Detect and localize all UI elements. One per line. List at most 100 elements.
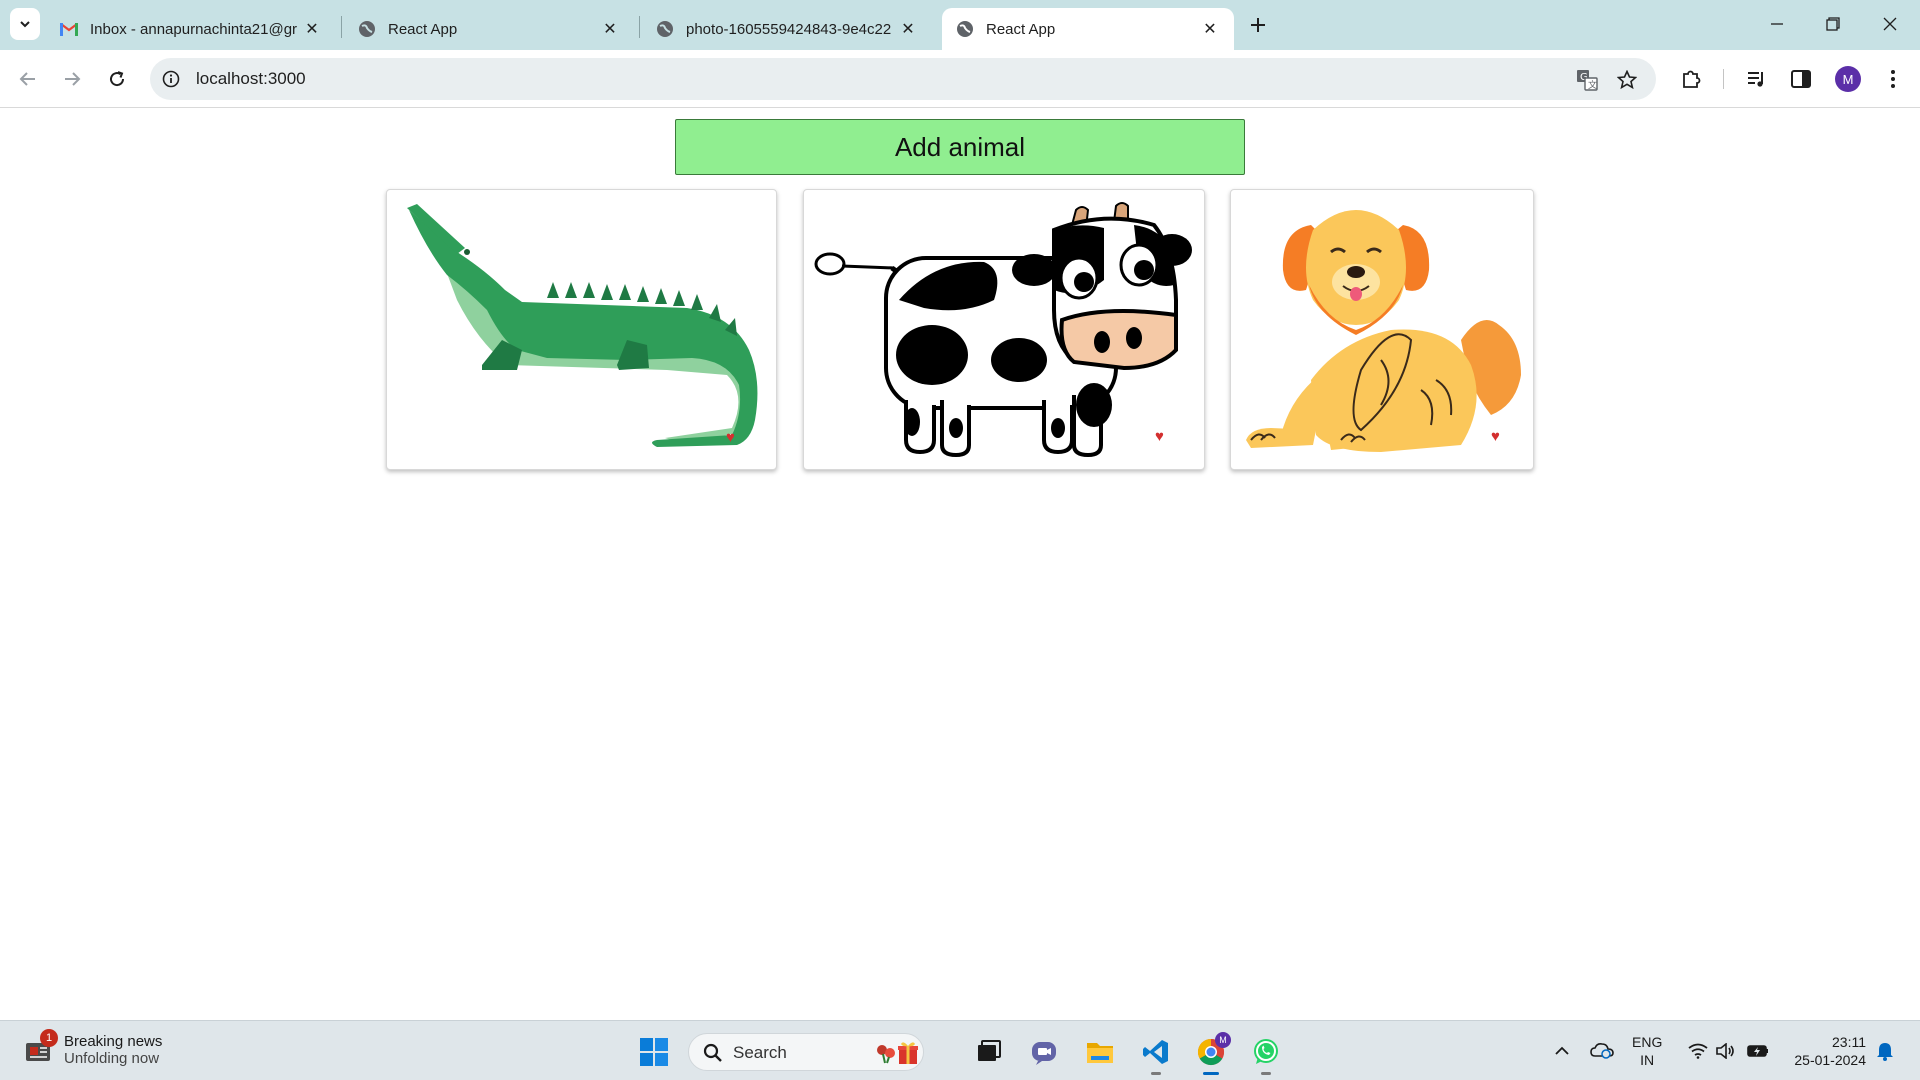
- translate-icon[interactable]: G文: [1574, 67, 1600, 93]
- show-hidden-icons-button[interactable]: [1550, 1021, 1574, 1080]
- tab-title: Inbox - annapurnachinta21@gr: [90, 20, 298, 38]
- site-info-icon[interactable]: [160, 68, 182, 90]
- globe-icon: [656, 20, 674, 38]
- more-vertical-icon: [1891, 70, 1895, 88]
- restore-button[interactable]: [1813, 8, 1853, 40]
- tab-react-app-active[interactable]: React App ✕: [942, 8, 1234, 50]
- tab-separator: [639, 16, 640, 38]
- close-window-button[interactable]: [1870, 8, 1910, 40]
- forward-button[interactable]: [56, 63, 88, 95]
- chrome-button[interactable]: M: [1191, 1032, 1231, 1075]
- tab-gmail-inbox[interactable]: Inbox - annapurnachinta21@gr ✕: [46, 8, 336, 50]
- close-tab-icon[interactable]: ✕: [600, 19, 620, 39]
- animal-card-dog[interactable]: ♥: [1230, 189, 1534, 470]
- windows-taskbar: 1 Breaking news Unfolding now Search M E…: [0, 1020, 1920, 1080]
- clock-time: 23:11: [1832, 1034, 1866, 1050]
- windows-logo-icon: [640, 1038, 668, 1066]
- wifi-icon: [1688, 1043, 1708, 1059]
- battery-button[interactable]: [1744, 1021, 1772, 1080]
- heart-icon[interactable]: ♥: [1491, 429, 1500, 444]
- clock[interactable]: 23:11 25-01-2024: [1782, 1033, 1866, 1069]
- puzzle-icon: [1683, 70, 1701, 88]
- plus-icon: [1251, 18, 1265, 32]
- teams-chat-button[interactable]: [1024, 1032, 1064, 1072]
- reload-icon: [110, 71, 125, 87]
- gmail-icon: [60, 20, 78, 38]
- add-animal-button[interactable]: Add animal: [675, 119, 1245, 175]
- running-indicator: [1261, 1072, 1271, 1075]
- close-icon: [1883, 17, 1897, 31]
- dog-image: [1246, 210, 1521, 452]
- folder-icon: [1087, 1043, 1113, 1063]
- toolbar-divider: [1723, 69, 1724, 89]
- side-panel-button[interactable]: [1785, 63, 1817, 95]
- language-code: ENG: [1632, 1034, 1663, 1050]
- arrow-right-icon: [65, 72, 81, 86]
- chat-icon: [1032, 1042, 1056, 1065]
- running-indicator: [1151, 1072, 1161, 1075]
- back-button[interactable]: [12, 63, 44, 95]
- notifications-button[interactable]: [1872, 1021, 1898, 1080]
- tab-photo[interactable]: photo-1605559424843-9e4c22 ✕: [642, 8, 932, 50]
- restore-icon: [1826, 17, 1840, 31]
- profile-avatar[interactable]: M: [1835, 66, 1861, 92]
- search-icon: [703, 1043, 722, 1062]
- battery-icon: [1747, 1045, 1768, 1057]
- taskbar-search[interactable]: Search: [688, 1033, 924, 1071]
- new-tab-button[interactable]: [1245, 12, 1271, 38]
- reload-button[interactable]: [101, 63, 133, 95]
- tab-title: React App: [388, 20, 458, 38]
- arrow-left-icon: [19, 72, 35, 86]
- browser-menu-button[interactable]: [1877, 63, 1909, 95]
- animal-card-crocodile[interactable]: ♥: [386, 189, 777, 470]
- bookmark-star-icon[interactable]: [1614, 67, 1640, 93]
- news-icon: 1: [24, 1029, 58, 1065]
- whatsapp-button[interactable]: [1246, 1032, 1286, 1075]
- search-label: Search: [733, 1043, 787, 1062]
- task-view-button[interactable]: [969, 1032, 1009, 1072]
- minimize-icon: [1771, 23, 1783, 25]
- browser-toolbar: localhost:3000 G文 M: [0, 50, 1920, 108]
- chrome-profile-badge: M: [1215, 1032, 1231, 1048]
- side-panel-icon: [1791, 70, 1811, 88]
- close-tab-icon[interactable]: ✕: [898, 19, 918, 39]
- heart-icon[interactable]: ♥: [726, 430, 735, 445]
- volume-button[interactable]: [1712, 1021, 1738, 1080]
- volume-icon: [1716, 1043, 1734, 1059]
- tab-separator: [341, 16, 342, 38]
- tab-search-button[interactable]: [10, 8, 40, 40]
- animal-card-cow[interactable]: ♥: [803, 189, 1205, 470]
- start-button[interactable]: [634, 1032, 674, 1072]
- close-tab-icon[interactable]: ✕: [1200, 19, 1220, 39]
- news-title: Breaking news: [64, 1033, 163, 1050]
- tab-title: photo-1605559424843-9e4c22: [686, 20, 892, 38]
- language-indicator[interactable]: ENG IN: [1632, 1033, 1662, 1069]
- chevron-up-icon: [1555, 1046, 1569, 1055]
- news-widget[interactable]: 1 Breaking news Unfolding now: [24, 1029, 163, 1067]
- wifi-button[interactable]: [1684, 1021, 1712, 1080]
- address-bar[interactable]: localhost:3000 G文: [150, 58, 1656, 100]
- url-text[interactable]: localhost:3000: [196, 69, 306, 89]
- media-controls-button[interactable]: [1741, 63, 1773, 95]
- task-view-icon: [978, 1040, 1001, 1061]
- heart-icon[interactable]: ♥: [1155, 429, 1164, 444]
- svg-text:文: 文: [1588, 79, 1597, 91]
- vscode-button[interactable]: [1136, 1032, 1176, 1075]
- vscode-icon: [1143, 1040, 1168, 1064]
- cow-image: [814, 202, 1192, 458]
- tab-title: React App: [986, 20, 1056, 38]
- file-explorer-button[interactable]: [1080, 1032, 1120, 1072]
- globe-icon: [358, 20, 376, 38]
- close-tab-icon[interactable]: ✕: [302, 19, 322, 39]
- playlist-icon: [1748, 72, 1763, 87]
- extensions-button[interactable]: [1675, 63, 1707, 95]
- news-badge: 1: [40, 1029, 58, 1047]
- onedrive-button[interactable]: [1588, 1021, 1616, 1080]
- tab-react-app[interactable]: React App ✕: [344, 8, 634, 50]
- running-indicator: [1203, 1072, 1219, 1075]
- minimize-button[interactable]: [1757, 8, 1797, 40]
- roses-icon: [877, 1045, 895, 1064]
- globe-icon: [956, 20, 974, 38]
- cloud-sync-icon: [1590, 1043, 1614, 1059]
- bell-icon: [1877, 1043, 1893, 1061]
